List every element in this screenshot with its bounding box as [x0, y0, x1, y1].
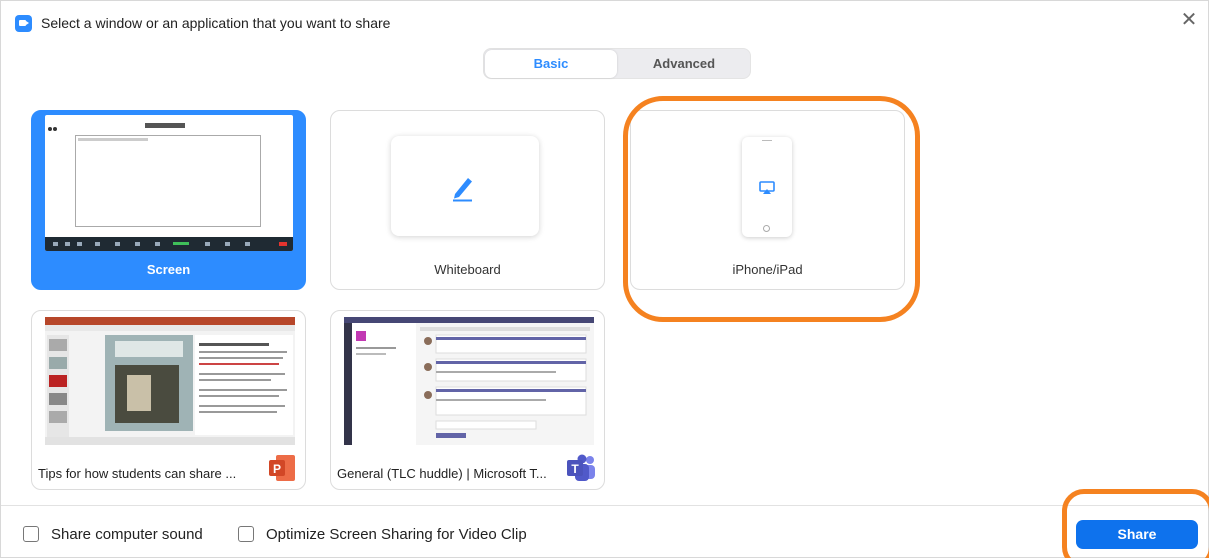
screen-thumbnail — [45, 115, 293, 251]
whiteboard-card — [391, 136, 539, 236]
close-icon[interactable]: ✕ — [1178, 9, 1200, 31]
taskbar — [45, 237, 293, 251]
svg-text:P: P — [273, 462, 281, 476]
iphone-highlight-annotation — [623, 96, 920, 322]
share-screen-dialog: Select a window or an application that y… — [0, 0, 1209, 558]
powerpoint-icon: P — [269, 455, 295, 481]
share-option-screen[interactable]: Screen — [31, 110, 306, 290]
window-label: Tips for how students can share ... — [38, 466, 237, 481]
tile-label: Whiteboard — [434, 262, 501, 277]
teams-thumbnail — [344, 317, 594, 445]
share-computer-sound-checkbox[interactable] — [23, 526, 39, 542]
tab-basic[interactable]: Basic — [485, 50, 617, 78]
svg-text:T: T — [571, 462, 579, 476]
window-label: General (TLC huddle) | Microsoft T... — [337, 466, 547, 481]
share-mode-tabs: Basic Advanced — [483, 48, 751, 79]
share-option-teams-window[interactable]: General (TLC huddle) | Microsoft T... T — [330, 310, 605, 490]
teams-icon: T — [567, 454, 595, 481]
zoom-logo-icon — [15, 15, 32, 32]
dialog-title: Select a window or an application that y… — [41, 15, 391, 31]
footer-divider — [1, 505, 1208, 506]
title-bar: Select a window or an application that y… — [1, 1, 1208, 41]
share-option-powerpoint-window[interactable]: Tips for how students can share ... P — [31, 310, 306, 490]
pencil-icon — [453, 178, 472, 202]
share-highlight-annotation — [1062, 489, 1209, 558]
share-option-whiteboard[interactable]: Whiteboard — [330, 110, 605, 290]
tab-advanced[interactable]: Advanced — [618, 50, 750, 78]
tile-label: Screen — [146, 262, 191, 277]
share-computer-sound-label[interactable]: Share computer sound — [51, 526, 203, 543]
optimize-video-checkbox[interactable] — [238, 526, 254, 542]
optimize-video-label[interactable]: Optimize Screen Sharing for Video Clip — [266, 526, 527, 543]
powerpoint-thumbnail — [45, 317, 295, 445]
